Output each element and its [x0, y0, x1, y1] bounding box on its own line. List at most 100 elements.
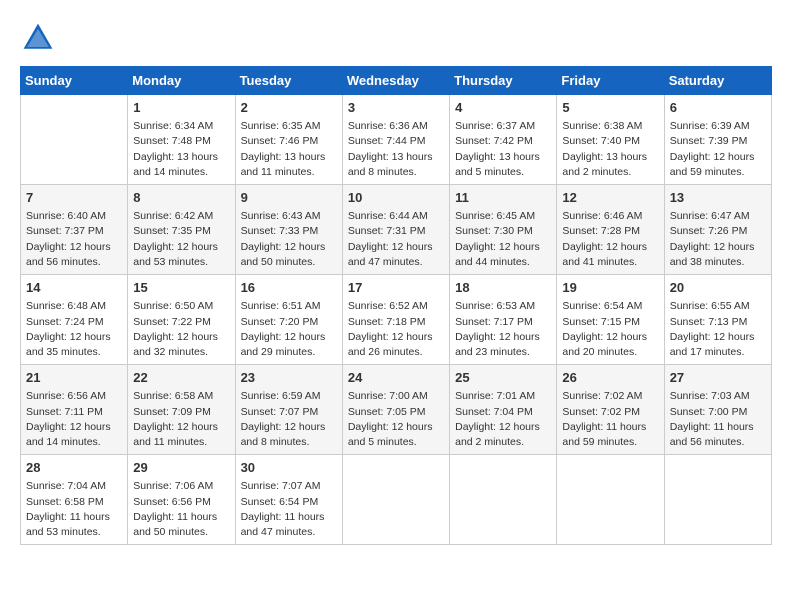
cell-content: Sunrise: 6:42 AMSunset: 7:35 PMDaylight:…: [133, 209, 229, 270]
day-number: 24: [348, 369, 444, 387]
cell-content: Sunrise: 6:38 AMSunset: 7:40 PMDaylight:…: [562, 119, 658, 180]
calendar-cell: 24 Sunrise: 7:00 AMSunset: 7:05 PMDayligh…: [342, 365, 449, 455]
calendar-cell: 1 Sunrise: 6:34 AMSunset: 7:48 PMDaylight…: [128, 95, 235, 185]
day-number: 12: [562, 189, 658, 207]
header-friday: Friday: [557, 67, 664, 95]
day-number: 4: [455, 99, 551, 117]
calendar-cell: 27Sunrise: 7:03 AMSunset: 7:00 PMDayligh…: [664, 365, 771, 455]
day-number: 1: [133, 99, 229, 117]
header-tuesday: Tuesday: [235, 67, 342, 95]
cell-content: Sunrise: 6:40 AMSunset: 7:37 PMDaylight:…: [26, 209, 122, 270]
cell-content: Sunrise: 6:35 AMSunset: 7:46 PMDaylight:…: [241, 119, 337, 180]
cell-content: Sunrise: 7:01 AMSunset: 7:04 PMDaylight:…: [455, 389, 551, 450]
calendar-cell: 19 Sunrise: 6:54 AMSunset: 7:15 PMDayligh…: [557, 275, 664, 365]
calendar-cell: 8 Sunrise: 6:42 AMSunset: 7:35 PMDaylight…: [128, 185, 235, 275]
cell-content: Sunrise: 6:34 AMSunset: 7:48 PMDaylight:…: [133, 119, 229, 180]
day-number: 29: [133, 459, 229, 477]
calendar-cell: 2 Sunrise: 6:35 AMSunset: 7:46 PMDaylight…: [235, 95, 342, 185]
header-thursday: Thursday: [450, 67, 557, 95]
calendar-cell: 25 Sunrise: 7:01 AMSunset: 7:04 PMDayligh…: [450, 365, 557, 455]
calendar-cell: 29 Sunrise: 7:06 AMSunset: 6:56 PMDayligh…: [128, 455, 235, 545]
cell-content: Sunrise: 7:04 AMSunset: 6:58 PMDaylight:…: [26, 479, 122, 540]
day-number: 2: [241, 99, 337, 117]
calendar-header: SundayMondayTuesdayWednesdayThursdayFrid…: [21, 67, 772, 95]
calendar-cell: 22 Sunrise: 6:58 AMSunset: 7:09 PMDayligh…: [128, 365, 235, 455]
day-number: 20: [670, 279, 766, 297]
week-row-4: 21Sunrise: 6:56 AMSunset: 7:11 PMDayligh…: [21, 365, 772, 455]
calendar-cell: 21Sunrise: 6:56 AMSunset: 7:11 PMDayligh…: [21, 365, 128, 455]
day-number: 13: [670, 189, 766, 207]
calendar-cell: 5 Sunrise: 6:38 AMSunset: 7:40 PMDaylight…: [557, 95, 664, 185]
calendar-cell: [557, 455, 664, 545]
logo: [20, 20, 60, 56]
calendar-cell: [450, 455, 557, 545]
calendar-cell: 15 Sunrise: 6:50 AMSunset: 7:22 PMDayligh…: [128, 275, 235, 365]
cell-content: Sunrise: 6:39 AMSunset: 7:39 PMDaylight:…: [670, 119, 766, 180]
day-number: 18: [455, 279, 551, 297]
calendar-cell: [342, 455, 449, 545]
cell-content: Sunrise: 7:06 AMSunset: 6:56 PMDaylight:…: [133, 479, 229, 540]
cell-content: Sunrise: 6:43 AMSunset: 7:33 PMDaylight:…: [241, 209, 337, 270]
calendar-cell: [21, 95, 128, 185]
cell-content: Sunrise: 6:46 AMSunset: 7:28 PMDaylight:…: [562, 209, 658, 270]
day-number: 17: [348, 279, 444, 297]
calendar-cell: 11 Sunrise: 6:45 AMSunset: 7:30 PMDayligh…: [450, 185, 557, 275]
calendar-cell: 12 Sunrise: 6:46 AMSunset: 7:28 PMDayligh…: [557, 185, 664, 275]
cell-content: Sunrise: 6:50 AMSunset: 7:22 PMDaylight:…: [133, 299, 229, 360]
day-number: 6: [670, 99, 766, 117]
day-number: 30: [241, 459, 337, 477]
cell-content: Sunrise: 6:58 AMSunset: 7:09 PMDaylight:…: [133, 389, 229, 450]
cell-content: Sunrise: 6:36 AMSunset: 7:44 PMDaylight:…: [348, 119, 444, 180]
cell-content: Sunrise: 6:55 AMSunset: 7:13 PMDaylight:…: [670, 299, 766, 360]
cell-content: Sunrise: 6:44 AMSunset: 7:31 PMDaylight:…: [348, 209, 444, 270]
cell-content: Sunrise: 6:51 AMSunset: 7:20 PMDaylight:…: [241, 299, 337, 360]
calendar-cell: 18 Sunrise: 6:53 AMSunset: 7:17 PMDayligh…: [450, 275, 557, 365]
cell-content: Sunrise: 6:52 AMSunset: 7:18 PMDaylight:…: [348, 299, 444, 360]
day-number: 11: [455, 189, 551, 207]
header-saturday: Saturday: [664, 67, 771, 95]
day-number: 3: [348, 99, 444, 117]
page-header: [20, 20, 772, 56]
cell-content: Sunrise: 6:45 AMSunset: 7:30 PMDaylight:…: [455, 209, 551, 270]
calendar-cell: 7Sunrise: 6:40 AMSunset: 7:37 PMDaylight…: [21, 185, 128, 275]
cell-content: Sunrise: 6:53 AMSunset: 7:17 PMDaylight:…: [455, 299, 551, 360]
cell-content: Sunrise: 6:37 AMSunset: 7:42 PMDaylight:…: [455, 119, 551, 180]
calendar-cell: 26Sunrise: 7:02 AMSunset: 7:02 PMDayligh…: [557, 365, 664, 455]
cell-content: Sunrise: 6:47 AMSunset: 7:26 PMDaylight:…: [670, 209, 766, 270]
calendar-cell: 28 Sunrise: 7:04 AMSunset: 6:58 PMDayligh…: [21, 455, 128, 545]
cell-content: Sunrise: 7:02 AMSunset: 7:02 PMDaylight:…: [562, 389, 658, 450]
day-number: 15: [133, 279, 229, 297]
calendar-cell: [664, 455, 771, 545]
day-number: 25: [455, 369, 551, 387]
day-number: 16: [241, 279, 337, 297]
cell-content: Sunrise: 6:56 AMSunset: 7:11 PMDaylight:…: [26, 389, 122, 450]
calendar-cell: 3 Sunrise: 6:36 AMSunset: 7:44 PMDaylight…: [342, 95, 449, 185]
calendar-cell: 10 Sunrise: 6:44 AMSunset: 7:31 PMDayligh…: [342, 185, 449, 275]
cell-content: Sunrise: 7:00 AMSunset: 7:05 PMDaylight:…: [348, 389, 444, 450]
day-number: 19: [562, 279, 658, 297]
logo-icon: [20, 20, 56, 56]
day-number: 10: [348, 189, 444, 207]
week-row-2: 7Sunrise: 6:40 AMSunset: 7:37 PMDaylight…: [21, 185, 772, 275]
header-wednesday: Wednesday: [342, 67, 449, 95]
day-number: 5: [562, 99, 658, 117]
week-row-5: 28 Sunrise: 7:04 AMSunset: 6:58 PMDayligh…: [21, 455, 772, 545]
day-number: 28: [26, 459, 122, 477]
cell-content: Sunrise: 6:54 AMSunset: 7:15 PMDaylight:…: [562, 299, 658, 360]
calendar-cell: 20 Sunrise: 6:55 AMSunset: 7:13 PMDayligh…: [664, 275, 771, 365]
calendar-cell: 16 Sunrise: 6:51 AMSunset: 7:20 PMDayligh…: [235, 275, 342, 365]
calendar-cell: 30Sunrise: 7:07 AMSunset: 6:54 PMDayligh…: [235, 455, 342, 545]
cell-content: Sunrise: 6:48 AMSunset: 7:24 PMDaylight:…: [26, 299, 122, 360]
calendar-cell: 13 Sunrise: 6:47 AMSunset: 7:26 PMDayligh…: [664, 185, 771, 275]
day-number: 8: [133, 189, 229, 207]
day-number: 22: [133, 369, 229, 387]
calendar-cell: 6 Sunrise: 6:39 AMSunset: 7:39 PMDaylight…: [664, 95, 771, 185]
calendar-body: 1 Sunrise: 6:34 AMSunset: 7:48 PMDaylight…: [21, 95, 772, 545]
calendar-cell: 4 Sunrise: 6:37 AMSunset: 7:42 PMDaylight…: [450, 95, 557, 185]
week-row-1: 1 Sunrise: 6:34 AMSunset: 7:48 PMDaylight…: [21, 95, 772, 185]
header-sunday: Sunday: [21, 67, 128, 95]
calendar-table: SundayMondayTuesdayWednesdayThursdayFrid…: [20, 66, 772, 545]
day-number: 9: [241, 189, 337, 207]
week-row-3: 14Sunrise: 6:48 AMSunset: 7:24 PMDayligh…: [21, 275, 772, 365]
calendar-cell: 23Sunrise: 6:59 AMSunset: 7:07 PMDayligh…: [235, 365, 342, 455]
